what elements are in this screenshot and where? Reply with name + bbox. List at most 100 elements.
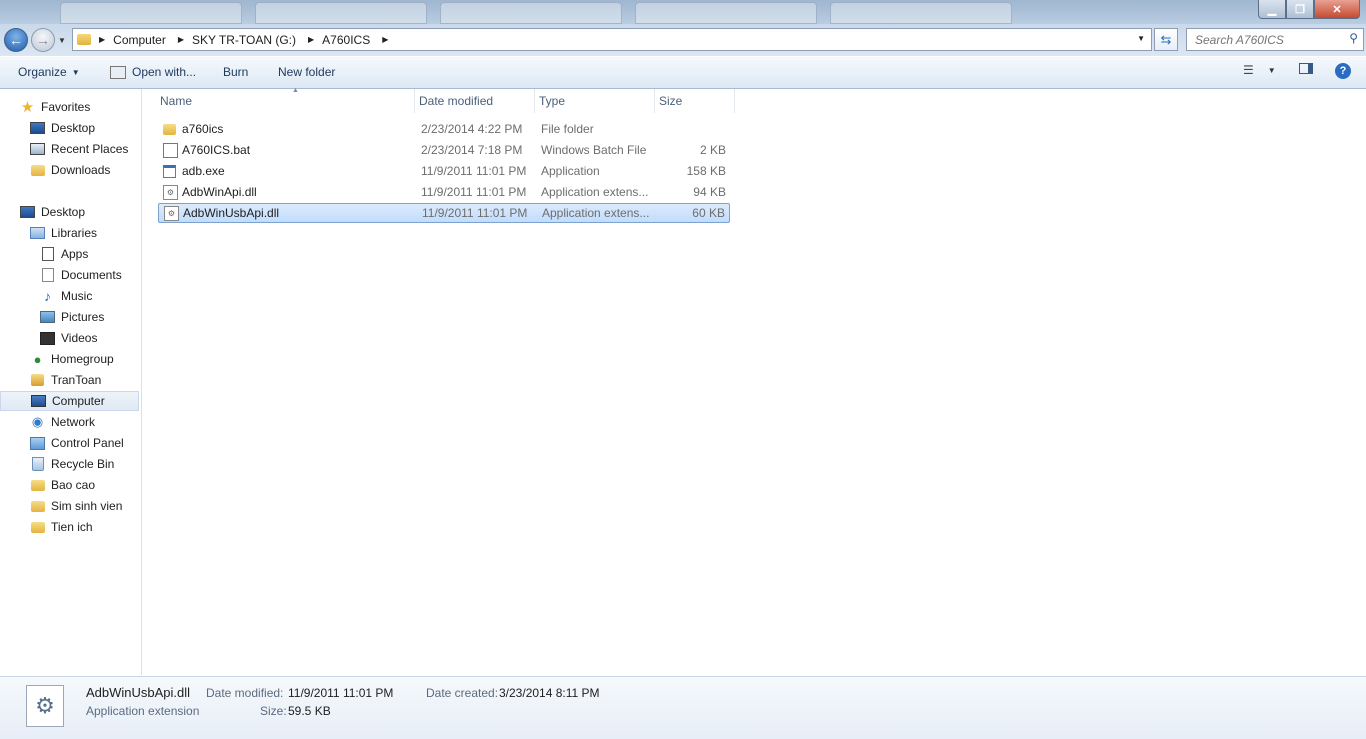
nav-item-label: Control Panel bbox=[51, 436, 124, 450]
dll-file-icon: ⚙ bbox=[164, 205, 179, 221]
file-type: Windows Batch File bbox=[541, 143, 647, 157]
nav-libraries-label: Libraries bbox=[51, 226, 98, 240]
minimize-button[interactable]: ▁ bbox=[1258, 0, 1286, 19]
refresh-button[interactable]: ⇆ bbox=[1154, 28, 1178, 51]
breadcrumb-drive[interactable]: SKY TR-TOAN (G:) bbox=[192, 33, 296, 47]
file-type: Application extens... bbox=[542, 206, 650, 220]
file-size: 60 KB bbox=[692, 206, 725, 220]
file-row-selected[interactable]: ⚙ AdbWinUsbApi.dll 11/9/2011 11:01 PM Ap… bbox=[158, 203, 730, 223]
details-date-modified-label: Date modified: bbox=[206, 686, 284, 700]
breadcrumb-chevron-icon[interactable]: ▶ bbox=[308, 35, 314, 44]
breadcrumb-chevron-icon[interactable]: ▶ bbox=[382, 35, 388, 44]
documents-icon bbox=[40, 268, 55, 282]
file-row[interactable]: A760ICS.bat 2/23/2014 7:18 PM Windows Ba… bbox=[158, 140, 730, 160]
breadcrumb-computer[interactable]: Computer bbox=[113, 33, 166, 47]
organize-button[interactable]: Organize ▼ bbox=[18, 65, 80, 79]
file-row[interactable]: ⚙ AdbWinApi.dll 11/9/2011 11:01 PM Appli… bbox=[158, 182, 730, 202]
recycle-bin-icon bbox=[30, 457, 45, 471]
preview-pane-icon bbox=[1299, 63, 1313, 74]
minimize-icon: ▁ bbox=[1267, 3, 1277, 16]
address-bar[interactable]: ▶ Computer ▶ SKY TR-TOAN (G:) ▶ A760ICS … bbox=[72, 28, 1152, 51]
recent-pages-dropdown[interactable]: ▼ bbox=[58, 36, 66, 45]
arrow-right-icon: → bbox=[36, 32, 50, 48]
background-tab bbox=[830, 2, 1012, 24]
search-input[interactable] bbox=[1193, 32, 1343, 48]
nav-item-label: Homegroup bbox=[51, 352, 114, 366]
nav-item-label: Recent Places bbox=[51, 142, 129, 156]
arrow-left-icon: ← bbox=[9, 32, 23, 48]
maximize-button[interactable]: ❐ bbox=[1286, 0, 1314, 19]
address-history-dropdown[interactable]: ▼ bbox=[1137, 34, 1145, 43]
close-icon: ✕ bbox=[1332, 3, 1342, 16]
close-button[interactable]: ✕ bbox=[1314, 0, 1360, 19]
nav-item-computer[interactable]: Computer bbox=[0, 391, 139, 411]
navigation-pane: ★ Favorites Desktop Recent Places Downlo… bbox=[0, 89, 142, 675]
file-size: 2 KB bbox=[699, 143, 726, 157]
open-with-label: Open with... bbox=[132, 65, 197, 79]
file-date-modified: 2/23/2014 7:18 PM bbox=[421, 143, 523, 157]
background-tab bbox=[255, 2, 427, 24]
dll-file-icon: ⚙ bbox=[163, 184, 178, 200]
forward-button[interactable]: → bbox=[31, 28, 55, 52]
column-header-type[interactable]: Type bbox=[535, 89, 655, 113]
preview-pane-button[interactable] bbox=[1299, 63, 1313, 74]
search-icon[interactable]: ⚲ bbox=[1349, 31, 1358, 45]
network-icon: ◉ bbox=[31, 414, 44, 429]
chevron-down-icon: ▼ bbox=[1267, 65, 1276, 75]
folder-icon bbox=[163, 123, 176, 135]
nav-item-label: Tien ich bbox=[51, 520, 93, 534]
downloads-folder-icon bbox=[30, 164, 45, 177]
folder-icon bbox=[30, 479, 45, 492]
nav-item-label: Pictures bbox=[61, 310, 105, 324]
file-row[interactable]: adb.exe 11/9/2011 11:01 PM Application 1… bbox=[158, 161, 730, 181]
videos-icon bbox=[40, 331, 55, 345]
nav-desktop-label: Desktop bbox=[41, 205, 86, 219]
breadcrumb-chevron-icon[interactable]: ▶ bbox=[99, 35, 105, 44]
nav-item-label: Videos bbox=[61, 331, 98, 345]
music-icon: ♪ bbox=[44, 288, 51, 304]
file-list-view: ▲ Name Date modified Type Size a760ics 2… bbox=[142, 87, 1366, 675]
column-header-size[interactable]: Size bbox=[655, 89, 735, 113]
file-name: AdbWinApi.dll bbox=[182, 185, 257, 199]
breadcrumb-folder[interactable]: A760ICS bbox=[322, 33, 370, 47]
background-tab bbox=[440, 2, 622, 24]
details-file-type: Application extension bbox=[86, 704, 200, 718]
column-header-name[interactable]: Name bbox=[156, 89, 415, 113]
nav-item-label: Documents bbox=[61, 268, 122, 282]
help-icon: ? bbox=[1335, 63, 1351, 79]
details-size-label: Size: bbox=[260, 704, 287, 718]
title-bar: ▁ ❐ ✕ bbox=[0, 0, 1366, 24]
column-header-date-modified[interactable]: Date modified bbox=[415, 89, 535, 113]
help-button[interactable]: ? bbox=[1335, 63, 1351, 79]
chevron-down-icon: ▼ bbox=[71, 67, 80, 77]
command-toolbar: Organize ▼ Open with... Burn New folder … bbox=[0, 57, 1366, 89]
file-size: 158 KB bbox=[686, 164, 726, 178]
file-row[interactable]: a760ics 2/23/2014 4:22 PM File folder bbox=[158, 119, 730, 139]
exe-file-icon bbox=[163, 164, 176, 178]
background-tab bbox=[635, 2, 817, 24]
file-type: Application bbox=[541, 164, 600, 178]
recent-places-icon bbox=[30, 143, 45, 156]
file-name: AdbWinUsbApi.dll bbox=[183, 206, 280, 220]
star-icon: ★ bbox=[20, 99, 35, 116]
file-name: A760ICS.bat bbox=[182, 143, 251, 157]
nav-desktop[interactable]: Desktop bbox=[0, 202, 159, 222]
window-controls: ▁ ❐ ✕ bbox=[1258, 0, 1360, 19]
refresh-icon: ⇆ bbox=[1160, 31, 1172, 47]
change-view-button[interactable]: ☰ ▼ bbox=[1243, 63, 1276, 77]
back-button[interactable]: ← bbox=[4, 28, 28, 52]
file-date-modified: 11/9/2011 11:01 PM bbox=[421, 185, 527, 199]
breadcrumb-chevron-icon[interactable]: ▶ bbox=[178, 35, 184, 44]
open-with-button[interactable]: Open with... bbox=[110, 65, 196, 79]
nav-item-label: Computer bbox=[52, 394, 105, 408]
nav-favorites[interactable]: ★ Favorites bbox=[0, 97, 159, 117]
burn-label: Burn bbox=[223, 65, 249, 79]
details-date-modified: 11/9/2011 11:01 PM bbox=[288, 686, 394, 700]
file-size: 94 KB bbox=[693, 185, 726, 199]
computer-icon bbox=[31, 395, 46, 408]
folder-icon bbox=[30, 500, 45, 513]
search-box[interactable]: ⚲ bbox=[1186, 28, 1364, 51]
nav-item-label: Recycle Bin bbox=[51, 457, 115, 471]
new-folder-button[interactable]: New folder bbox=[278, 65, 335, 79]
burn-button[interactable]: Burn bbox=[223, 65, 248, 79]
